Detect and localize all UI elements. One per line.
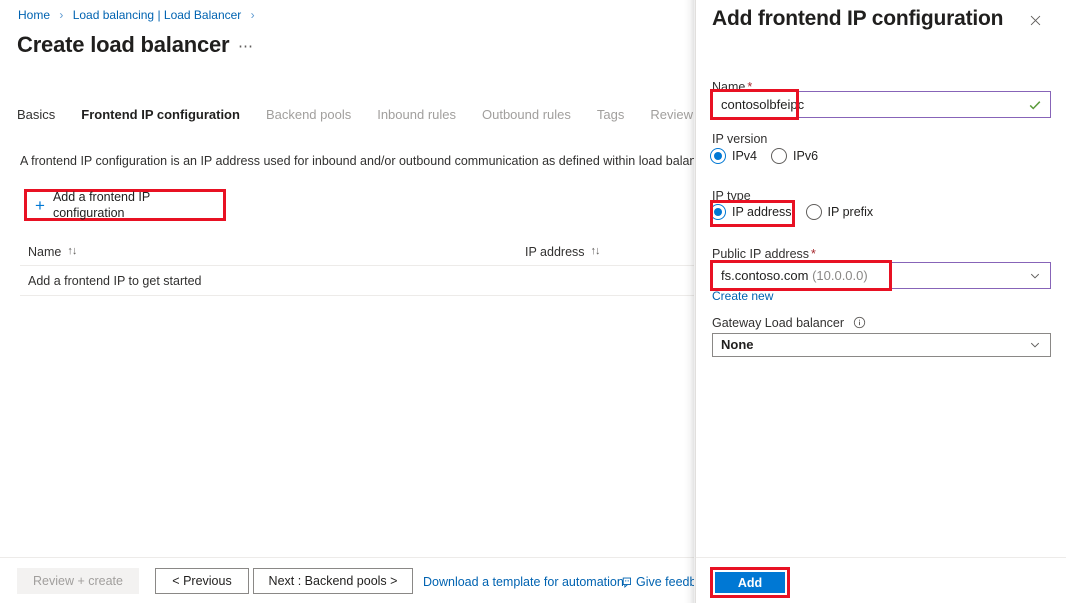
breadcrumb: Home › Load balancing | Load Balancer ›: [18, 7, 261, 23]
sort-icon-2[interactable]: ↑↓: [591, 246, 601, 257]
ip-type-label: IP type: [712, 189, 751, 203]
give-feedback-label: Give feedback: [636, 575, 694, 589]
breadcrumb-separator-icon: ›: [59, 8, 64, 22]
blade-description: A frontend IP configuration is an IP add…: [20, 154, 694, 168]
public-ip-required-asterisk: *: [811, 247, 816, 261]
chevron-down-icon: [1029, 270, 1041, 282]
feedback-icon: [622, 576, 635, 589]
breadcrumb-separator-icon-2: ›: [250, 8, 255, 22]
column-header-name-label: Name: [28, 244, 62, 259]
wizard-tabs: Basics Frontend IP configuration Backend…: [17, 106, 694, 126]
add-button[interactable]: Add: [715, 572, 785, 593]
gateway-load-balancer-select[interactable]: None: [712, 333, 1051, 357]
public-ip-address-value: fs.contoso.com (10.0.0.0): [713, 268, 1029, 284]
table-header-row: Name ↑↓ IP address ↑↓: [20, 238, 694, 266]
tab-tags[interactable]: Tags: [597, 106, 624, 126]
radio-ipv4[interactable]: IPv4: [710, 148, 757, 164]
radio-ipv6-label: IPv6: [793, 149, 819, 163]
add-frontend-ip-label: Add a frontend IP configuration: [52, 190, 151, 220]
more-options-icon[interactable]: ⋯: [238, 38, 254, 56]
wizard-footer: Review + create < Previous Next : Backen…: [0, 557, 694, 603]
public-ip-address-label: Public IP address *: [712, 246, 816, 262]
radio-ipv4-icon: [710, 148, 726, 164]
tab-inbound-rules[interactable]: Inbound rules: [377, 106, 456, 126]
radio-ip-address-icon: [710, 204, 726, 220]
public-ip-label-text: Public IP address: [712, 247, 810, 261]
radio-ipv6[interactable]: IPv6: [771, 148, 818, 164]
review-create-button[interactable]: Review + create: [17, 568, 139, 594]
create-new-public-ip-link[interactable]: Create new: [712, 288, 773, 304]
name-input[interactable]: contosolbfeipc: [712, 91, 1051, 118]
gateway-lb-label-text: Gateway Load balancer: [712, 316, 845, 330]
tab-frontend-ip-configuration[interactable]: Frontend IP configuration: [81, 106, 240, 126]
panel-footer: Add: [696, 557, 1066, 603]
ip-type-radio-group: IP address IP prefix: [710, 204, 887, 220]
close-icon[interactable]: [1025, 10, 1045, 30]
tab-outbound-rules[interactable]: Outbound rules: [482, 106, 571, 126]
public-ip-name: fs.contoso.com: [721, 267, 809, 283]
tab-review-create[interactable]: Review + create: [650, 106, 694, 126]
radio-ip-prefix-label: IP prefix: [827, 205, 874, 219]
radio-ip-prefix-icon: [805, 204, 822, 220]
info-icon[interactable]: [853, 316, 866, 329]
column-header-ip-address[interactable]: IP address ↑↓: [525, 244, 694, 260]
gateway-load-balancer-value: None: [721, 337, 754, 352]
radio-ip-address-label: IP address: [732, 205, 792, 219]
gateway-load-balancer-label: Gateway Load balancer: [712, 315, 866, 331]
column-header-ip-address-label: IP address: [525, 244, 585, 259]
table-empty-message: Add a frontend IP to get started: [28, 273, 202, 288]
give-feedback-link[interactable]: Give feedback: [622, 574, 694, 590]
breadcrumb-item-load-balancing[interactable]: Load balancing | Load Balancer: [73, 8, 242, 22]
public-ip-address-text: (10.0.0.0): [812, 267, 868, 283]
add-frontend-ip-highlight: + Add a frontend IP configuration: [24, 189, 226, 221]
panel-title: Add frontend IP configuration: [712, 7, 1004, 30]
create-load-balancer-blade: Home › Load balancing | Load Balancer › …: [0, 0, 694, 603]
column-header-name[interactable]: Name ↑↓: [20, 244, 525, 260]
radio-ipv4-label: IPv4: [732, 149, 758, 163]
table-row: Add a frontend IP to get started: [20, 266, 694, 296]
azure-portal-screen: Home › Load balancing | Load Balancer › …: [0, 0, 1066, 603]
add-frontend-ip-configuration-button[interactable]: + Add a frontend IP configuration: [27, 190, 223, 220]
radio-ip-prefix[interactable]: IP prefix: [805, 204, 874, 220]
sort-icon[interactable]: ↑↓: [67, 246, 77, 257]
ip-version-label: IP version: [712, 132, 768, 146]
radio-ip-address[interactable]: IP address: [710, 204, 792, 220]
frontend-ip-table: Name ↑↓ IP address ↑↓ Add a frontend IP …: [20, 238, 694, 296]
previous-button[interactable]: < Previous: [155, 568, 249, 594]
blade-content: Home › Load balancing | Load Balancer › …: [0, 0, 694, 603]
download-template-link[interactable]: Download a template for automation: [423, 574, 624, 590]
name-input-value: contosolbfeipc: [721, 96, 805, 112]
add-frontend-ip-configuration-panel: Add frontend IP configuration Name * cont…: [695, 0, 1066, 603]
validation-check-icon: [1028, 98, 1042, 112]
breadcrumb-item-home[interactable]: Home: [18, 8, 50, 22]
public-ip-address-select[interactable]: fs.contoso.com (10.0.0.0): [712, 262, 1051, 289]
next-backend-pools-button[interactable]: Next : Backend pools >: [253, 568, 413, 594]
page-title: Create load balancer: [17, 32, 230, 57]
ip-version-radio-group: IPv4 IPv6: [710, 148, 832, 164]
chevron-down-icon-2: [1029, 339, 1041, 351]
tab-backend-pools[interactable]: Backend pools: [266, 106, 351, 126]
radio-ipv6-icon: [771, 148, 788, 164]
tab-basics[interactable]: Basics: [17, 106, 55, 126]
plus-icon: +: [35, 195, 45, 215]
